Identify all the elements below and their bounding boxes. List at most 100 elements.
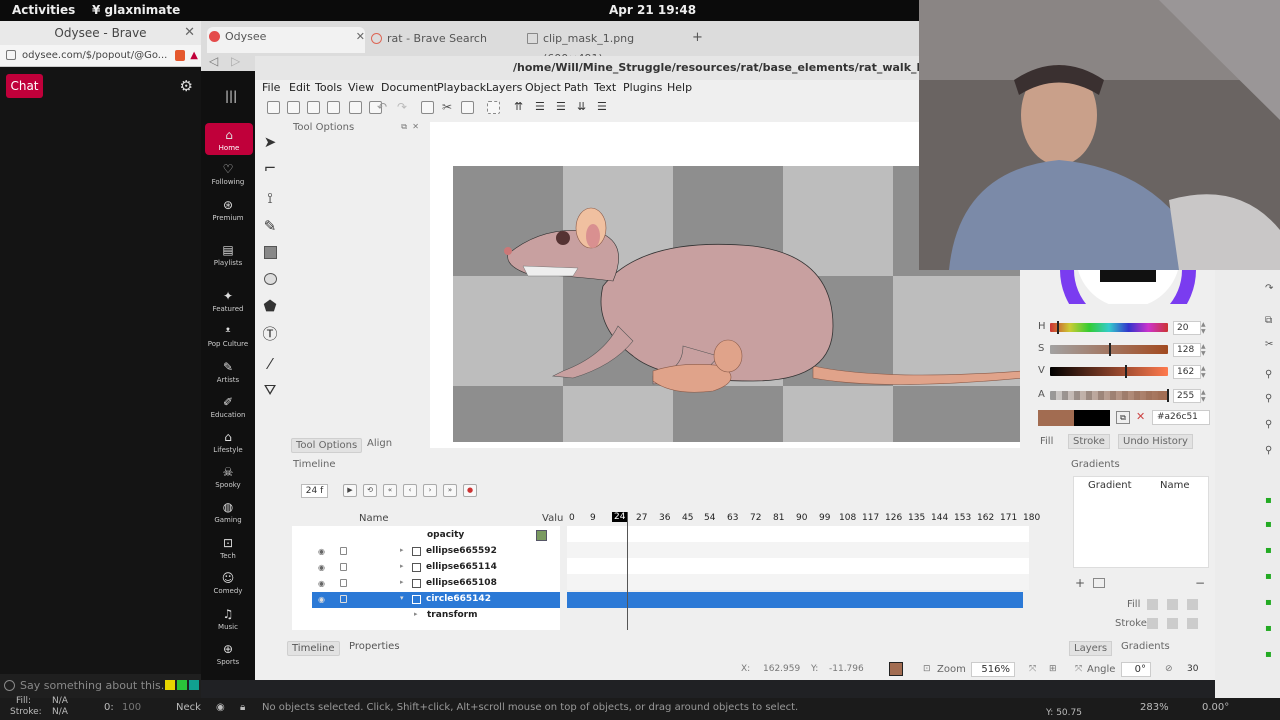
clear-color-icon[interactable]: ✕ xyxy=(1136,410,1145,423)
zoom-icon[interactable]: ⚲ xyxy=(1265,370,1275,380)
sticker-buttons[interactable] xyxy=(161,674,201,698)
sidebar-item-premium[interactable]: ⊛ Premium xyxy=(201,198,255,222)
visibility-eye-icon[interactable]: ◉ xyxy=(216,702,225,713)
undo-icon[interactable]: ↶ xyxy=(377,100,387,114)
expand-arrow-icon[interactable]: ▸ xyxy=(400,546,404,554)
sidebar-item-playlists[interactable]: ▤ Playlists xyxy=(201,243,255,267)
fill-none-icon[interactable] xyxy=(1187,599,1198,610)
swap-colors-icon[interactable]: ⧉ xyxy=(1116,411,1130,424)
tab-gradients[interactable]: Gradients xyxy=(1121,641,1170,652)
spin-arrows-icon[interactable]: ▲ ▼ xyxy=(1201,365,1210,379)
align-icon[interactable]: ☰ xyxy=(597,100,607,113)
brave-shield-icon[interactable] xyxy=(175,50,185,61)
timeline-row[interactable]: ◉ ▸ ellipse665108 xyxy=(292,576,560,592)
new-tab-button[interactable]: + xyxy=(692,30,703,45)
zoom-icon[interactable]: ⚲ xyxy=(1265,394,1275,404)
tab-align[interactable]: Align xyxy=(367,438,392,449)
rotate-icon[interactable]: ⤧ xyxy=(1075,664,1082,674)
back-icon[interactable]: ◁ xyxy=(209,54,218,68)
next-frame-icon[interactable]: › xyxy=(423,484,437,497)
lower-to-bottom-icon[interactable]: ⇊ xyxy=(577,100,586,113)
spin-arrows-icon[interactable]: ▲ ▼ xyxy=(1201,389,1210,403)
menu-object[interactable]: Object xyxy=(525,81,561,94)
snap-icon[interactable]: ▪ xyxy=(1265,650,1275,660)
snap-icon[interactable]: ▪ xyxy=(1265,598,1275,608)
expand-arrow-icon[interactable]: ▸ xyxy=(414,610,418,618)
lock-icon[interactable]: 🔒︎ xyxy=(240,702,245,713)
current-frame-marker[interactable]: 24 xyxy=(612,512,628,522)
value-slider[interactable]: V 162 ▲ ▼ xyxy=(1030,365,1215,379)
spin-arrows-icon[interactable]: ▲ ▼ xyxy=(1201,321,1210,335)
expand-arrow-icon[interactable]: ▾ xyxy=(400,594,404,602)
current-fill-swatch[interactable] xyxy=(1038,410,1074,426)
send-icon[interactable] xyxy=(189,680,199,690)
visibility-eye-icon[interactable]: ◉ xyxy=(318,595,325,604)
fps-field[interactable]: 24 f xyxy=(301,484,328,498)
layer-selector[interactable]: Neck xyxy=(176,702,201,713)
tab-stroke[interactable]: Stroke xyxy=(1068,434,1110,449)
tab-tool-options[interactable]: Tool Options xyxy=(291,438,363,453)
sidebar-item-following[interactable]: ♡ Following xyxy=(201,162,255,186)
menu-text[interactable]: Text xyxy=(594,81,616,94)
activities-button[interactable]: Activities xyxy=(12,3,75,17)
tab-undo-history[interactable]: Undo History xyxy=(1118,434,1193,449)
duplicate-icon[interactable] xyxy=(421,101,434,114)
ellipse-icon[interactable] xyxy=(262,272,278,288)
redo-icon[interactable]: ↷ xyxy=(1265,284,1275,294)
timeline-tracks[interactable] xyxy=(567,512,1029,630)
remove-gradient-icon[interactable]: − xyxy=(1195,576,1205,590)
alpha-value[interactable]: 255 xyxy=(1173,389,1201,403)
redo-icon[interactable]: ↷ xyxy=(397,100,407,114)
gradients-table[interactable]: Gradient Name xyxy=(1073,476,1209,568)
sticker-icon[interactable] xyxy=(165,680,175,690)
tab-clip-mask[interactable]: clip_mask_1.png (600×491) xyxy=(525,29,685,65)
selected-track[interactable] xyxy=(567,592,1023,608)
chat-input[interactable]: Say something about this... xyxy=(0,674,201,698)
snap-icon[interactable]: ▪ xyxy=(1265,546,1275,556)
open-file-icon[interactable] xyxy=(287,101,300,114)
folder-icon[interactable] xyxy=(1093,578,1105,588)
group-icon[interactable] xyxy=(487,101,500,114)
raise-icon[interactable]: ☰ xyxy=(535,100,545,113)
reset-rotation-icon[interactable]: ⊘ xyxy=(1165,664,1173,674)
opacity-field[interactable]: 100 xyxy=(122,702,141,713)
menu-layers[interactable]: Layers xyxy=(486,81,522,94)
play-icon[interactable]: ▶ xyxy=(343,484,357,497)
cut-icon[interactable]: ✂ xyxy=(442,100,452,114)
visibility-eye-icon[interactable]: ◉ xyxy=(318,547,325,556)
menu-document[interactable]: Document xyxy=(381,81,438,94)
snap-icon[interactable]: ▪ xyxy=(1265,624,1275,634)
alpha-slider[interactable]: A 255 ▲ ▼ xyxy=(1030,389,1215,403)
zoom-value[interactable]: 283% xyxy=(1140,702,1169,713)
expand-arrow-icon[interactable]: ▸ xyxy=(400,578,404,586)
fill-radial-icon[interactable] xyxy=(1167,599,1178,610)
sidebar-item-artists[interactable]: ✎ Artists xyxy=(201,360,255,384)
clock[interactable]: Apr 21 19:48 xyxy=(609,3,696,17)
last-frame-icon[interactable]: » xyxy=(443,484,457,497)
first-frame-icon[interactable]: « xyxy=(383,484,397,497)
menu-path[interactable]: Path xyxy=(564,81,588,94)
hex-input[interactable]: #a26c51 xyxy=(1152,410,1210,425)
sidebar-item-tech[interactable]: ⊡ Tech xyxy=(201,536,255,560)
menu-view[interactable]: View xyxy=(348,81,374,94)
zoom-input[interactable]: 516% xyxy=(971,662,1015,677)
color-picker-icon[interactable]: ⁄ xyxy=(262,356,278,372)
freehand-icon[interactable]: ✎ xyxy=(262,218,278,234)
select-tool-icon[interactable]: ➤ xyxy=(262,134,278,150)
frame-ruler[interactable]: 0 9 24 27 36 45 54 63 72 81 90 99 108 11… xyxy=(567,510,1049,526)
edit-tool-icon[interactable]: ⌐ xyxy=(262,160,278,176)
snap-icon[interactable]: ▪ xyxy=(1265,496,1275,506)
menu-tools[interactable]: Tools xyxy=(315,81,342,94)
sidebar-item-music[interactable]: ♫ Music xyxy=(201,607,255,631)
visibility-eye-icon[interactable]: ◉ xyxy=(318,579,325,588)
zoom-icon[interactable]: ⚲ xyxy=(1265,420,1275,430)
new-file-icon[interactable] xyxy=(267,101,280,114)
sidebar-item-featured[interactable]: ✦ Featured xyxy=(201,289,255,313)
star-tool-icon[interactable]: ⬟ xyxy=(262,298,278,314)
timeline-row[interactable]: ◉ ▸ ellipse665592 xyxy=(292,544,560,560)
stroke-linear-icon[interactable] xyxy=(1147,618,1158,629)
save-as-icon[interactable] xyxy=(327,101,340,114)
warning-icon[interactable]: ▲ xyxy=(190,45,198,67)
lock-icon[interactable] xyxy=(340,563,347,571)
popout-urlbar[interactable]: odysee.com/$/popout/@Go... ▲ xyxy=(0,45,201,67)
